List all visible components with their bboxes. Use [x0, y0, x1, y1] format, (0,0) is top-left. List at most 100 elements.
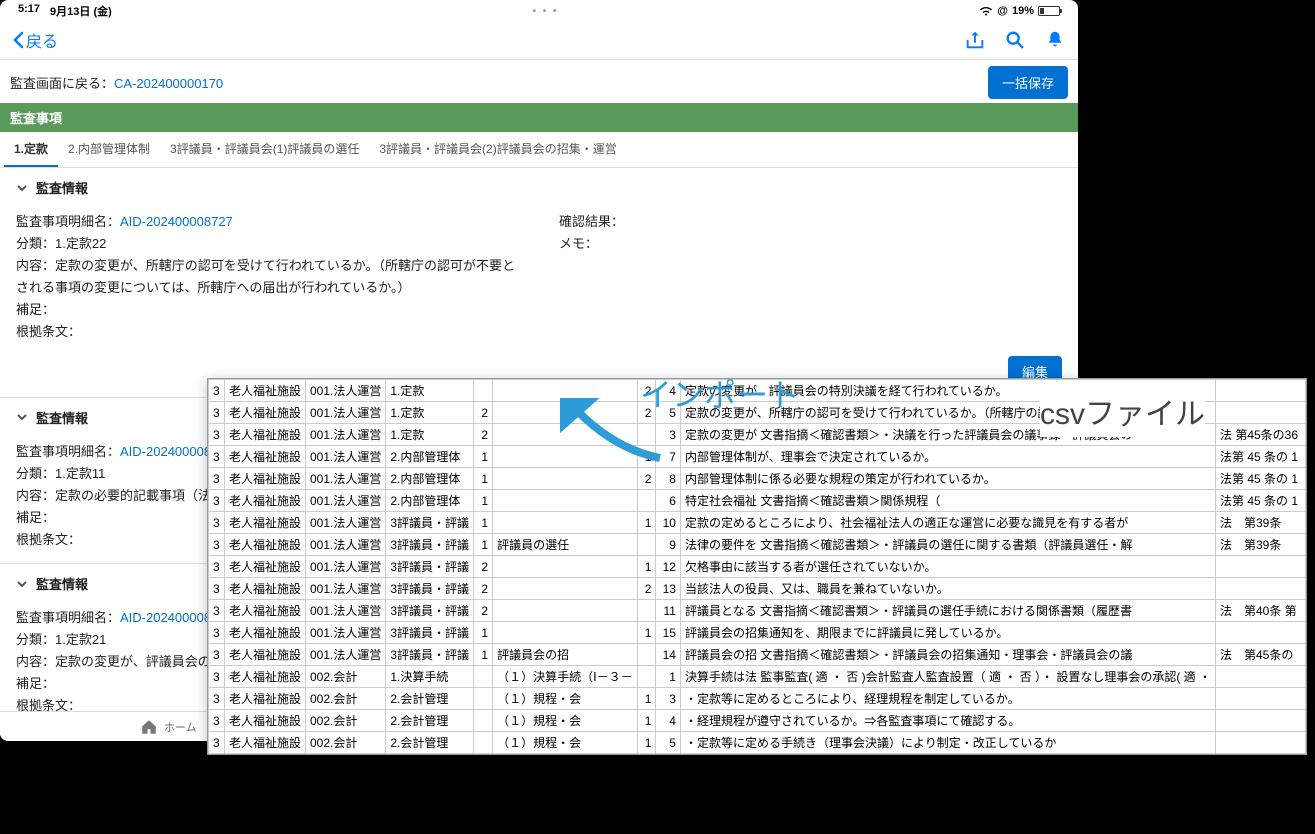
table-cell: 3評議員・評議: [386, 556, 474, 578]
table-cell: 老人福祉施設: [224, 710, 305, 732]
table-cell: 3: [209, 666, 225, 688]
category-row: 分類：1.定款22: [16, 233, 519, 255]
table-cell: 001.法人運営: [305, 490, 385, 512]
table-cell: 当該法人の役員、又は、職員を兼ねていないか。: [680, 578, 1215, 600]
bulk-save-button[interactable]: 一括保存: [988, 66, 1068, 99]
table-cell: 001.法人運営: [305, 556, 385, 578]
table-cell: （１）規程・会: [493, 710, 638, 732]
table-cell: 老人福祉施設: [224, 666, 305, 688]
table-cell: 老人福祉施設: [224, 644, 305, 666]
table-cell: 001.法人運営: [305, 578, 385, 600]
table-cell: [493, 556, 638, 578]
share-icon[interactable]: [964, 29, 986, 51]
table-cell: 3: [209, 710, 225, 732]
battery-at-icon: @: [997, 5, 1008, 17]
table-cell: 12: [656, 556, 681, 578]
table-row: 3老人福祉施設002.会計1.決算手続（１）決算手続（Ⅰ－３－1決算手続は法 監…: [209, 666, 1306, 688]
table-cell: 老人福祉施設: [224, 534, 305, 556]
content-row: 内容：定款の変更が、所轄庁の認可を受けて行われているか。（所轄庁の認可が不要とさ…: [16, 255, 519, 299]
back-button[interactable]: 戻る: [12, 28, 58, 52]
table-cell: 3: [209, 490, 225, 512]
table-cell: [1215, 556, 1305, 578]
table-cell: 2: [474, 424, 493, 446]
table-cell: 3: [209, 688, 225, 710]
table-cell: [637, 600, 656, 622]
table-cell: 3: [209, 644, 225, 666]
table-cell: [493, 468, 638, 490]
table-cell: 老人福祉施設: [224, 380, 305, 402]
table-cell: 老人福祉施設: [224, 512, 305, 534]
home-icon[interactable]: [140, 718, 158, 736]
table-cell: 1: [637, 512, 656, 534]
table-cell: 3: [209, 600, 225, 622]
table-row: 3老人福祉施設001.法人運営3評議員・評議1評議員の選任9法律の要件を 文書指…: [209, 534, 1306, 556]
table-row: 3老人福祉施設002.会計2.会計管理（１）規程・会15・定款等に定める手続き（…: [209, 732, 1306, 754]
tab-teikan[interactable]: 1.定款: [4, 132, 58, 167]
table-cell: 老人福祉施設: [224, 446, 305, 468]
info-title: 監査情報: [36, 408, 88, 427]
table-cell: [493, 490, 638, 512]
back-label: 戻る: [26, 28, 58, 52]
table-cell: [493, 512, 638, 534]
table-cell: [474, 688, 493, 710]
tab-hyogi1[interactable]: 3評議員・評議員会(1)評議員の選任: [160, 132, 369, 167]
table-cell: 1.決算手続: [386, 666, 474, 688]
table-cell: ・経理規程が遵守されているか。⇒各監査事項にて確認する。: [680, 710, 1215, 732]
table-cell: 3: [209, 402, 225, 424]
detail-id-link[interactable]: AID-202400008727: [120, 214, 233, 229]
table-cell: 6: [656, 490, 681, 512]
table-cell: 2.会計管理: [386, 732, 474, 754]
table-cell: [637, 490, 656, 512]
return-link[interactable]: CA-202400000170: [114, 76, 223, 91]
table-cell: [637, 534, 656, 556]
multitask-dots[interactable]: • • •: [532, 6, 558, 17]
collapse-toggle[interactable]: 監査情報: [0, 168, 1078, 207]
table-cell: 3: [209, 578, 225, 600]
table-cell: 001.法人運営: [305, 644, 385, 666]
table-cell: 法第 45 条の 1: [1215, 490, 1305, 512]
table-cell: 1: [474, 490, 493, 512]
table-cell: 欠格事由に該当する者が選任されていないか。: [680, 556, 1215, 578]
table-cell: 老人福祉施設: [224, 468, 305, 490]
table-cell: 002.会計: [305, 732, 385, 754]
nav-bar: 戻る: [0, 20, 1078, 60]
table-cell: 10: [656, 512, 681, 534]
table-cell: 老人福祉施設: [224, 556, 305, 578]
table-cell: 2.内部管理体: [386, 490, 474, 512]
table-row: 3老人福祉施設001.法人運営3評議員・評議2213当該法人の役員、又は、職員を…: [209, 578, 1306, 600]
search-icon[interactable]: [1004, 29, 1026, 51]
table-cell: 3: [209, 556, 225, 578]
table-cell: 1: [637, 688, 656, 710]
table-cell: 001.法人運営: [305, 512, 385, 534]
table-cell: 001.法人運営: [305, 424, 385, 446]
table-row: 3老人福祉施設001.法人運営3評議員・評議1評議員会の招14評議員会の招 文書…: [209, 644, 1306, 666]
table-cell: 3評議員・評議: [386, 512, 474, 534]
table-cell: 3評議員・評議: [386, 644, 474, 666]
tab-strip: 1.定款 2.内部管理体制 3評議員・評議員会(1)評議員の選任 3評議員・評議…: [0, 132, 1078, 168]
table-cell: 1: [637, 732, 656, 754]
memo-row: メモ：: [559, 233, 1062, 255]
table-cell: [1215, 688, 1305, 710]
tab-naibu[interactable]: 2.内部管理体制: [58, 132, 160, 167]
table-cell: 4: [656, 710, 681, 732]
battery-pct: 19%: [1012, 5, 1034, 17]
table-cell: 法 第39条: [1215, 512, 1305, 534]
table-cell: 3: [209, 380, 225, 402]
table-cell: [637, 644, 656, 666]
table-cell: [474, 710, 493, 732]
table-cell: 3: [209, 468, 225, 490]
table-cell: ・定款等に定めるところにより、経理規程を制定しているか。: [680, 688, 1215, 710]
chevron-down-icon: [16, 411, 28, 423]
table-cell: 15: [656, 622, 681, 644]
table-cell: [1215, 578, 1305, 600]
table-cell: 3評議員・評議: [386, 622, 474, 644]
table-cell: [637, 666, 656, 688]
table-cell: 1: [656, 666, 681, 688]
info-title: 監査情報: [36, 574, 88, 593]
tab-hyogi2[interactable]: 3評議員・評議員会(2)評議員会の招集・運営: [369, 132, 626, 167]
bell-icon[interactable]: [1044, 29, 1066, 51]
table-cell: 002.会計: [305, 688, 385, 710]
table-row: 3老人福祉施設001.法人運営3評議員・評議1110定款の定めるところにより、社…: [209, 512, 1306, 534]
table-cell: 3: [209, 534, 225, 556]
table-row: 3老人福祉施設001.法人運営2.内部管理体16特定社会福祉 文書指摘＜確認書類…: [209, 490, 1306, 512]
